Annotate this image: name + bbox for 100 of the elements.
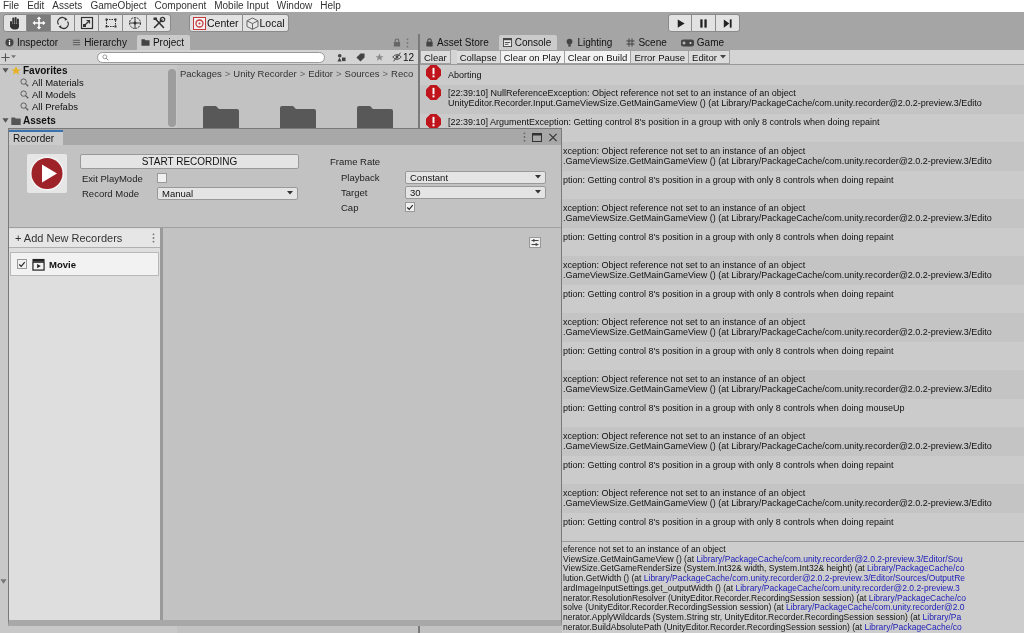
menu-item[interactable]: File <box>3 0 20 12</box>
window-tab[interactable]: Recorder <box>9 130 64 145</box>
pause-button[interactable] <box>692 14 716 32</box>
panel-tab[interactable]: Scene <box>622 35 673 50</box>
custom-tool-button[interactable] <box>147 14 171 32</box>
panel-tab[interactable]: Hierarchy <box>68 35 133 50</box>
log-text: ption: Getting control 8's position in a group with only 8 controls when doing mouseUp <box>563 402 905 413</box>
panel-tab[interactable]: Lighting <box>561 35 619 50</box>
breadcrumb-separator: > <box>336 67 342 79</box>
menu-item[interactable]: Edit <box>27 0 45 12</box>
pivot-button[interactable]: Center <box>189 14 243 32</box>
space-button[interactable]: Local <box>242 14 289 32</box>
file-link[interactable]: Library/PackageCache/co <box>868 592 967 603</box>
menu-item[interactable]: GameObject <box>90 0 147 12</box>
playback-dropdown[interactable]: Constant <box>405 170 546 184</box>
sliders-icon[interactable] <box>529 237 541 248</box>
tree-item[interactable]: All Models <box>32 88 76 100</box>
folder-icon[interactable] <box>357 105 393 128</box>
toggle-button[interactable]: Error Pause <box>631 50 690 64</box>
log-entry[interactable]: ption: Getting control 8's position in a group with only 8 controls when doing repaint <box>562 512 1024 541</box>
star-icon[interactable] <box>375 52 384 62</box>
tree-item[interactable]: All Prefabs <box>32 100 78 112</box>
shapes-icon[interactable] <box>337 52 346 62</box>
breadcrumb-item[interactable]: Packages <box>180 67 222 79</box>
file-link[interactable]: Library/PackageCache/com.unity.recorder@2.0.2-preview.3 <box>735 582 960 593</box>
hidden-packages-button[interactable]: 12 <box>390 51 417 63</box>
log-text: xception: Object reference not set to an instance of an object <box>563 317 807 327</box>
record-play-icon[interactable] <box>27 154 67 193</box>
log-entry[interactable]: ption: Getting control 8's position in a group with only 8 controls when doing repaint <box>562 341 1024 370</box>
scrollbar-thumb[interactable] <box>168 69 176 127</box>
checkbox[interactable] <box>157 173 167 183</box>
toolbar-button[interactable]: Clear <box>420 50 451 64</box>
rotate-tool-button[interactable] <box>51 14 75 32</box>
toggle-button[interactable]: Collapse <box>456 50 501 64</box>
play-button[interactable] <box>668 14 692 32</box>
breadcrumb-item[interactable]: Unity Recorder <box>233 67 297 79</box>
target-dropdown[interactable]: 30 <box>405 185 546 199</box>
search-icon <box>20 101 29 111</box>
folder-icon[interactable] <box>280 105 316 128</box>
breadcrumb-separator: > <box>299 67 306 79</box>
panel-tab[interactable]: Console <box>498 35 558 50</box>
file-link[interactable]: Library/PackageCache/co <box>864 621 962 632</box>
create-button[interactable] <box>0 51 17 63</box>
log-entry[interactable]: Aborting <box>420 65 1024 85</box>
toggle-button[interactable]: Clear on Build <box>564 50 632 64</box>
stack-trace-line: solve (UnityEditor.Recorder.RecordingSession session) (at Library/PackageCache/com.unity.recorder@2.0 <box>563 603 965 613</box>
breadcrumb-item[interactable]: Reco <box>391 67 414 79</box>
hand-tool-button[interactable] <box>3 14 27 32</box>
breadcrumb-item[interactable]: Editor <box>308 67 334 79</box>
file-link[interactable]: Library/Pa <box>922 611 962 622</box>
add-recorder-button[interactable]: + Add New Recorders <box>15 232 123 244</box>
dropdown-button[interactable]: Editor <box>689 50 730 64</box>
menu-item[interactable]: Help <box>320 0 341 12</box>
kebab-menu-icon[interactable] <box>152 233 155 243</box>
checkbox[interactable] <box>405 202 415 212</box>
tree-item[interactable]: All Materials <box>32 76 84 88</box>
start-recording-button[interactable]: START RECORDING <box>80 154 299 169</box>
folder-icon[interactable] <box>203 105 239 128</box>
move-tool-button[interactable] <box>27 14 51 32</box>
panel-tab[interactable]: Asset Store <box>421 35 495 50</box>
checkbox[interactable] <box>17 259 27 269</box>
log-text: ption: Getting control 8's position in a group with only 8 controls when doing repaint <box>563 231 894 242</box>
log-entry[interactable]: ption: Getting control 8's position in a group with only 8 controls when doing mouseUp <box>562 398 1024 427</box>
scale-tool-button[interactable] <box>75 14 99 32</box>
bag-icon <box>425 38 434 47</box>
close-icon[interactable] <box>548 132 558 142</box>
menu-item[interactable]: Component <box>154 0 207 12</box>
menu-item[interactable]: Assets <box>52 0 83 12</box>
foldout-arrow-icon[interactable] <box>2 67 9 74</box>
breadcrumb-item[interactable]: Sources <box>344 67 380 79</box>
step-button[interactable] <box>716 14 740 32</box>
stack-trace-line: ViewSize.GetMainGameView () (at Library/PackageCache/com.unity.recorder@2.0.2-preview.3/Editor/Sou <box>563 554 963 565</box>
tag-icon[interactable] <box>356 52 365 62</box>
file-link[interactable]: Library/PackageCache/com.unity.recorder@2.0.2-preview.3/Editor/Sou <box>696 553 963 564</box>
panel-tab[interactable]: Inspector <box>1 35 65 50</box>
log-entry[interactable]: ption: Getting control 8's position in a group with only 8 controls when doing repaint <box>562 227 1024 256</box>
panel-tab[interactable]: Game <box>676 35 731 50</box>
record-mode-dropdown[interactable]: Manual <box>157 186 298 200</box>
menu-item[interactable]: Window <box>276 0 313 12</box>
maximize-icon[interactable] <box>532 132 542 142</box>
log-entry[interactable]: ption: Getting control 8's position in a group with only 8 controls when doing repaint <box>562 170 1024 199</box>
tree-item[interactable]: Assets <box>23 115 56 126</box>
search-field[interactable] <box>97 51 325 63</box>
log-text: xception: Object reference not set to an instance of an object <box>563 203 807 213</box>
recorder-list-item[interactable]: Movie <box>10 252 159 276</box>
rect-tool-button[interactable] <box>99 14 123 32</box>
file-link[interactable]: Library/PackageCache/com.unity.recorder@2.0.2-preview.3/Editor/Sources/OutputRe <box>643 573 966 584</box>
checkmark-icon <box>406 203 414 211</box>
transform-tool-button[interactable] <box>123 14 147 32</box>
log-entry[interactable]: ption: Getting control 8's position in a group with only 8 controls when doing repaint <box>562 455 1024 484</box>
file-link[interactable]: Library/PackageCache/com.unity.recorder@2.0 <box>786 602 965 613</box>
breadcrumb-separator: > <box>382 67 389 79</box>
tree-item[interactable]: Favorites <box>23 65 68 76</box>
foldout-arrow-icon[interactable] <box>2 117 9 124</box>
log-entry[interactable]: ption: Getting control 8's position in a group with only 8 controls when doing repaint <box>562 284 1024 313</box>
file-link[interactable]: Library/PackageCache/co <box>867 563 965 574</box>
foldout-arrow-icon[interactable] <box>0 578 7 585</box>
toggle-button[interactable]: Clear on Play <box>500 50 565 64</box>
panel-tab[interactable]: Project <box>136 35 191 50</box>
menu-item[interactable]: Mobile Input <box>214 0 269 12</box>
